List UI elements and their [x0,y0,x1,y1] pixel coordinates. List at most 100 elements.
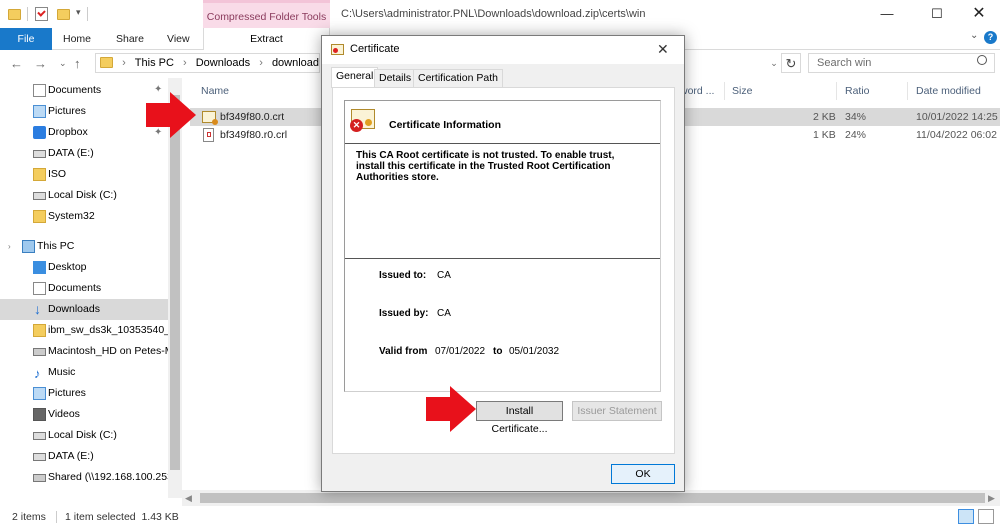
column-password[interactable]: word ... [680,78,714,104]
tab-extract[interactable]: Extract [203,28,330,50]
column-size[interactable]: Size [732,78,752,104]
sidebar-item-pictures[interactable]: Pictures [0,101,168,122]
back-button[interactable]: ← [10,51,23,76]
explorer-window: ▾ Compressed Folder Tools C:\Users\admin… [0,0,1000,527]
sidebar-item-documents[interactable]: Documents [0,80,168,101]
dialog-title-bar: Certificate ✕ [322,36,684,64]
ok-button[interactable]: OK [611,464,675,484]
file-size: 2 KB [813,111,836,123]
install-certificate-button[interactable]: Install Certificate... [476,401,563,435]
breadcrumb-this-pc[interactable]: This PC [135,57,174,69]
red-arrow-icon [146,103,172,127]
desktop-icon [33,261,46,274]
sidebar-item-data-e[interactable]: DATA (E:) [0,446,168,467]
sidebar-item-label: This PC [37,240,75,252]
tab-home[interactable]: Home [63,28,91,50]
minimize-button[interactable]: — [864,0,910,28]
horizontal-scrollbar-thumb[interactable] [200,493,985,503]
expand-chevron-icon[interactable]: › [8,236,11,257]
certificate-info-heading: Certificate Information [389,119,502,131]
valid-from-label: Valid from [379,346,428,357]
close-window-button[interactable]: ✕ [956,0,1000,28]
tab-general[interactable]: General [331,67,379,88]
column-date-modified[interactable]: Date modified [916,78,981,104]
window-title: C:\Users\administrator.PNL\Downloads\dow… [341,8,646,20]
dialog-close-button[interactable]: ✕ [657,36,669,62]
column-divider[interactable] [836,82,837,100]
details-view-icon[interactable] [958,509,974,524]
sidebar-item-shared-192-168-100-253[interactable]: Shared (\\192.168.100.253 [0,467,168,488]
tab-share[interactable]: Share [116,28,144,50]
sidebar-item-label: Music [48,366,76,378]
pin-icon[interactable]: ✦ [154,84,162,95]
breadcrumb-download-zip[interactable]: download.zip [272,57,319,69]
sidebar-item-music[interactable]: ♪ Music [0,362,168,383]
new-folder-icon[interactable] [57,9,70,20]
sidebar-item-pictures[interactable]: Pictures [0,383,168,404]
sidebar-item-documents[interactable]: Documents [0,278,168,299]
address-bar[interactable]: › This PC › Downloads › download.zip [95,53,320,73]
search-input[interactable]: Search win [808,53,995,73]
red-arrow-head-icon [170,92,196,138]
selection-info: 1 item selected 1.43 KB [65,511,179,523]
divider [345,258,660,259]
maximize-button[interactable]: ☐ [914,0,960,28]
breadcrumb-separator: › [122,57,126,69]
divider [27,7,28,21]
scroll-right-icon[interactable]: ▶ [988,490,995,506]
sidebar-item-videos[interactable]: Videos [0,404,168,425]
column-name[interactable]: Name [201,78,229,104]
navigation-pane: Documents Pictures Dropbox DATA (E:) ISO Loca… [0,78,182,498]
sidebar-item-data-e[interactable]: DATA (E:) [0,143,168,164]
sidebar-item-label: ibm_sw_ds3k_10353540_w [48,324,168,336]
recent-locations-icon[interactable]: ⌄ [59,51,67,76]
valid-to-label: to [493,346,503,357]
sidebar-item-system32[interactable]: System32 [0,206,168,227]
red-arrow-head-icon [450,386,476,432]
tab-file[interactable]: File [0,28,52,50]
sidebar-item-desktop[interactable]: Desktop [0,257,168,278]
certificate-info-box: ✕ Certificate Information This CA Root c… [344,100,661,392]
properties-icon[interactable] [35,7,48,21]
column-divider[interactable] [907,82,908,100]
folder-icon [33,168,46,181]
sidebar-item-downloads[interactable]: ↓ Downloads [0,299,168,320]
pin-icon[interactable]: ✦ [154,127,162,138]
scroll-left-icon[interactable]: ◀ [185,490,192,506]
compressed-folder-tools-tab[interactable]: Compressed Folder Tools [203,0,330,28]
breadcrumb-downloads[interactable]: Downloads [196,57,250,69]
ribbon-expand-icon[interactable]: ⌄ [970,30,978,41]
forward-button[interactable]: → [34,51,47,76]
sidebar-item-macintosh-hd-on-petes-m[interactable]: Macintosh_HD on Petes-M [0,341,168,362]
large-icons-view-icon[interactable] [978,509,994,524]
breadcrumb-separator: › [259,57,263,69]
certificate-warning-icon: ✕ [350,109,375,132]
qat-dropdown-icon[interactable]: ▾ [76,7,81,18]
refresh-icon[interactable]: ↻ [781,53,801,73]
sidebar-item-this-pc[interactable]: › This PC [0,236,168,257]
column-divider[interactable] [724,82,725,100]
help-icon[interactable]: ? [984,31,997,44]
tab-view[interactable]: View [167,28,190,50]
sidebar-item-label: Documents [48,84,102,96]
crl-file-icon [203,128,214,142]
drive-icon [33,150,46,158]
sidebar-item-label: DATA (E:) [48,450,94,462]
sidebar-item-local-disk-c[interactable]: Local Disk (C:) [0,425,168,446]
up-button[interactable]: ↑ [74,51,81,76]
sidebar-item-label: Local Disk (C:) [48,429,117,441]
sidebar-item-dropbox[interactable]: Dropbox [0,122,168,143]
sidebar-scrollbar-thumb[interactable] [170,95,180,470]
sidebar-item-label: Desktop [48,261,87,273]
sidebar-item-ibm-sw-ds3k-10353540-w[interactable]: ibm_sw_ds3k_10353540_w [0,320,168,341]
tab-details[interactable]: Details [374,69,417,87]
column-ratio[interactable]: Ratio [845,78,870,104]
red-arrow-icon [426,397,452,421]
music-icon: ♪ [34,366,41,381]
status-bar: 2 items 1 item selected 1.43 KB [0,507,1000,527]
tab-certification-path[interactable]: Certification Path [413,69,503,87]
sidebar-item-local-disk-c[interactable]: Local Disk (C:) [0,185,168,206]
folder-icon [8,9,21,20]
network-drive-icon [33,474,46,482]
sidebar-item-iso[interactable]: ISO [0,164,168,185]
